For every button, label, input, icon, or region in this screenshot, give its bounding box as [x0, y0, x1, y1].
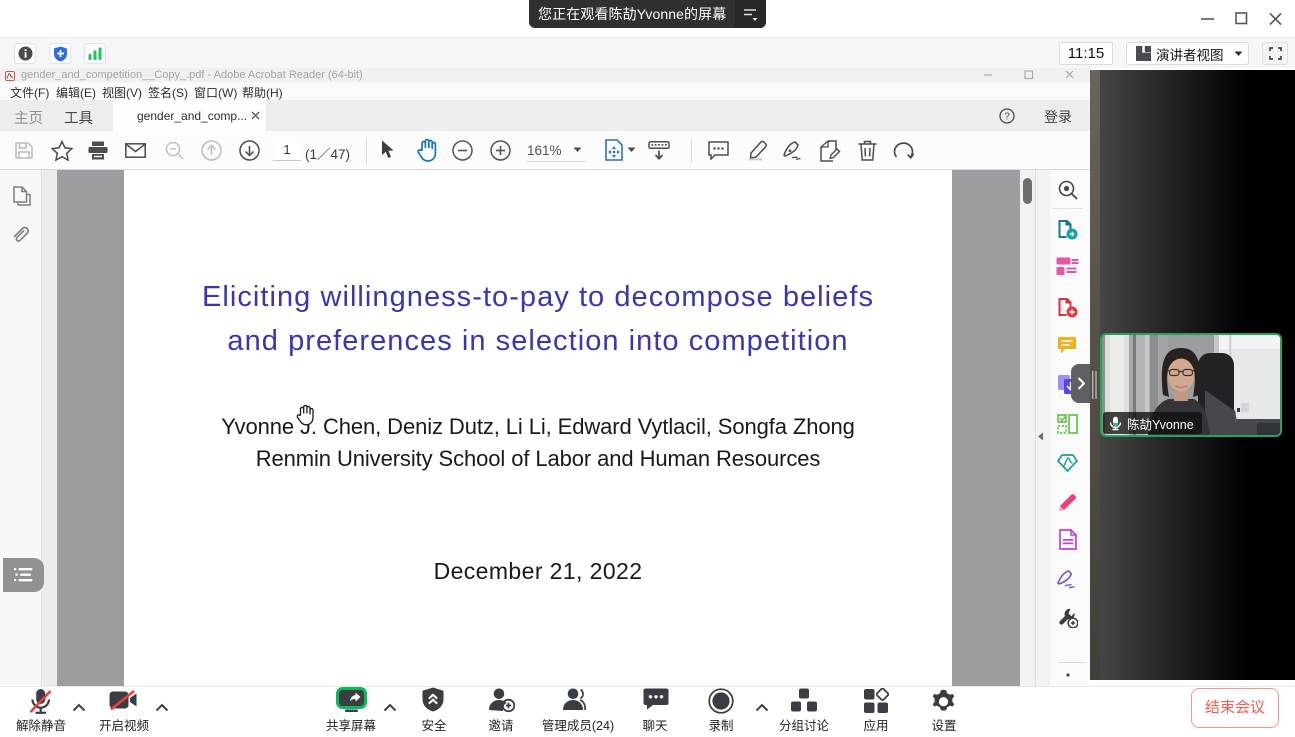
svg-text:?: ? [1004, 112, 1010, 123]
